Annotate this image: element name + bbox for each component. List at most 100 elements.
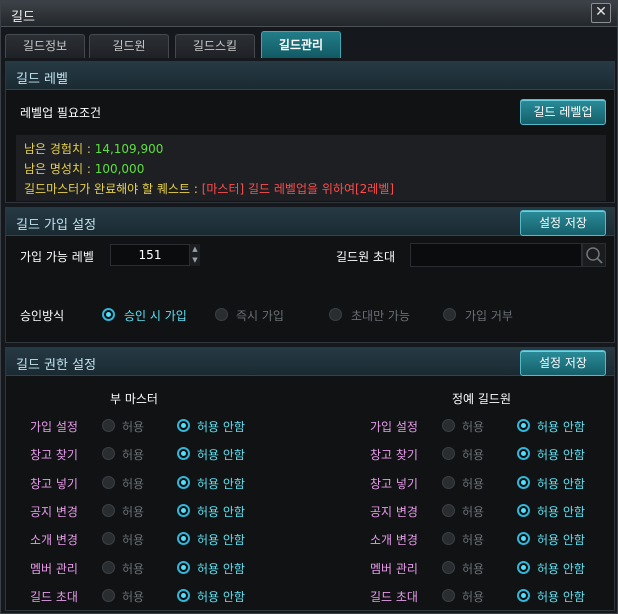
- vice-perm-label: 창고 찾기: [30, 448, 78, 462]
- required-quest-value: [마스터] 길드 레벨업을 위하여[2레벨]: [201, 182, 395, 196]
- vice-allow-label[interactable]: 허용: [122, 531, 144, 548]
- elite-allow-radio[interactable]: [442, 447, 455, 460]
- elite-allow-radio[interactable]: [442, 504, 455, 517]
- elite-allow-label[interactable]: 허용: [462, 418, 484, 435]
- vice-deny-label[interactable]: 허용 안함: [197, 560, 245, 577]
- tab-guild-management[interactable]: 길드관리: [261, 31, 341, 58]
- elite-deny-label[interactable]: 허용 안함: [537, 418, 585, 435]
- approval-radio-reject[interactable]: [443, 308, 456, 321]
- vice-deny-radio[interactable]: [177, 589, 190, 602]
- vice-allow-label[interactable]: 허용: [122, 475, 144, 492]
- vice-allow-radio[interactable]: [102, 476, 115, 489]
- guild-window: 길드 ✕ 길드정보 길드원 길드스킬 길드관리 길드 레벨 레벨업 필요조건 길…: [0, 0, 618, 614]
- elite-deny-radio[interactable]: [517, 561, 530, 574]
- elite-deny-label[interactable]: 허용 안함: [537, 503, 585, 520]
- elite-deny-radio[interactable]: [517, 589, 530, 602]
- remaining-fame: 남은 명성치 : 100,000: [24, 160, 144, 177]
- vice-perm-label: 가입 설정: [30, 420, 78, 434]
- elite-allow-radio[interactable]: [442, 419, 455, 432]
- elite-perm-label: 길드 초대: [370, 590, 418, 604]
- triangle-down-icon[interactable]: ▼: [190, 255, 200, 266]
- vice-deny-radio[interactable]: [177, 419, 190, 432]
- approval-option-reject[interactable]: 가입 거부: [465, 307, 513, 324]
- tab-guild-members[interactable]: 길드원: [89, 34, 169, 58]
- tab-guild-skills[interactable]: 길드스킬: [175, 34, 255, 58]
- vice-perm-label: 멤버 관리: [30, 562, 78, 576]
- vice-allow-label[interactable]: 허용: [122, 560, 144, 577]
- vice-deny-radio[interactable]: [177, 504, 190, 517]
- vice-deny-label[interactable]: 허용 안함: [197, 531, 245, 548]
- join-level-stepper: ▲ ▼: [190, 244, 200, 266]
- guild-permission-title: 길드 권한 설정: [16, 358, 97, 373]
- elite-allow-label[interactable]: 허용: [462, 588, 484, 605]
- join-level-input[interactable]: 151: [110, 244, 190, 266]
- vice-allow-label[interactable]: 허용: [122, 503, 144, 520]
- vice-allow-radio[interactable]: [102, 561, 115, 574]
- vice-deny-label[interactable]: 허용 안함: [197, 418, 245, 435]
- elite-deny-label[interactable]: 허용 안함: [537, 475, 585, 492]
- guild-level-title: 길드 레벨: [16, 72, 68, 87]
- elite-deny-label[interactable]: 허용 안함: [537, 446, 585, 463]
- vice-allow-radio[interactable]: [102, 419, 115, 432]
- elite-allow-radio[interactable]: [442, 476, 455, 489]
- elite-deny-radio[interactable]: [517, 532, 530, 545]
- join-level-label: 가입 가능 레벨: [20, 250, 94, 264]
- elite-deny-radio[interactable]: [517, 447, 530, 460]
- tab-guild-info[interactable]: 길드정보: [5, 34, 85, 58]
- vice-deny-label[interactable]: 허용 안함: [197, 475, 245, 492]
- elite-perm-label: 소개 변경: [370, 533, 418, 547]
- elite-deny-radio[interactable]: [517, 504, 530, 517]
- approval-radio-invite-only[interactable]: [329, 308, 342, 321]
- remaining-exp-value: 14,109,900: [94, 142, 164, 156]
- close-button[interactable]: ✕: [591, 3, 611, 23]
- guild-permission-panel: 길드 권한 설정 설정 저장 부 마스터 정예 길드원 가입 설정 허용 허용 안함…: [5, 347, 615, 611]
- vice-deny-label[interactable]: 허용 안함: [197, 503, 245, 520]
- vice-allow-label[interactable]: 허용: [122, 418, 144, 435]
- vice-master-column-title: 부 마스터: [110, 392, 158, 406]
- elite-allow-radio[interactable]: [442, 589, 455, 602]
- elite-allow-label[interactable]: 허용: [462, 503, 484, 520]
- vice-deny-radio[interactable]: [177, 447, 190, 460]
- vice-deny-radio[interactable]: [177, 561, 190, 574]
- permission-save-button[interactable]: 설정 저장: [520, 350, 606, 376]
- vice-deny-label[interactable]: 허용 안함: [197, 446, 245, 463]
- approval-radio-approve[interactable]: [102, 308, 115, 321]
- triangle-up-icon[interactable]: ▲: [190, 244, 200, 255]
- vice-allow-radio[interactable]: [102, 532, 115, 545]
- remaining-exp: 남은 경험치 : 14,109,900: [24, 140, 163, 157]
- elite-deny-label[interactable]: 허용 안함: [537, 560, 585, 577]
- elite-deny-radio[interactable]: [517, 419, 530, 432]
- elite-allow-radio[interactable]: [442, 561, 455, 574]
- invite-label: 길드원 초대: [336, 250, 396, 264]
- vice-allow-label[interactable]: 허용: [122, 446, 144, 463]
- vice-deny-radio[interactable]: [177, 476, 190, 489]
- vice-perm-label: 소개 변경: [30, 533, 78, 547]
- elite-deny-label[interactable]: 허용 안함: [537, 588, 585, 605]
- approval-option-approve[interactable]: 승인 시 가입: [124, 307, 187, 324]
- approval-option-instant[interactable]: 즉시 가입: [236, 307, 284, 324]
- elite-deny-label[interactable]: 허용 안함: [537, 531, 585, 548]
- elite-allow-label[interactable]: 허용: [462, 560, 484, 577]
- invite-input[interactable]: [410, 243, 582, 267]
- elite-deny-radio[interactable]: [517, 476, 530, 489]
- vice-allow-label[interactable]: 허용: [122, 588, 144, 605]
- vice-allow-radio[interactable]: [102, 589, 115, 602]
- elite-allow-label[interactable]: 허용: [462, 446, 484, 463]
- elite-perm-label: 창고 넣기: [370, 477, 418, 491]
- elite-allow-label[interactable]: 허용: [462, 531, 484, 548]
- invite-search-button[interactable]: [582, 243, 606, 267]
- title-bar[interactable]: 길드 ✕: [1, 1, 617, 27]
- levelup-requirement-label: 레벨업 필요조건: [20, 106, 102, 120]
- vice-deny-radio[interactable]: [177, 532, 190, 545]
- vice-allow-radio[interactable]: [102, 447, 115, 460]
- vice-perm-label: 창고 넣기: [30, 477, 78, 491]
- approval-radio-instant[interactable]: [215, 308, 228, 321]
- join-save-button[interactable]: 설정 저장: [520, 210, 606, 236]
- guild-levelup-button[interactable]: 길드 레벨업: [520, 99, 606, 125]
- vice-allow-radio[interactable]: [102, 504, 115, 517]
- elite-allow-label[interactable]: 허용: [462, 475, 484, 492]
- vice-deny-label[interactable]: 허용 안함: [197, 588, 245, 605]
- approval-option-invite-only[interactable]: 초대만 가능: [351, 307, 410, 324]
- vice-perm-label: 공지 변경: [30, 505, 78, 519]
- elite-allow-radio[interactable]: [442, 532, 455, 545]
